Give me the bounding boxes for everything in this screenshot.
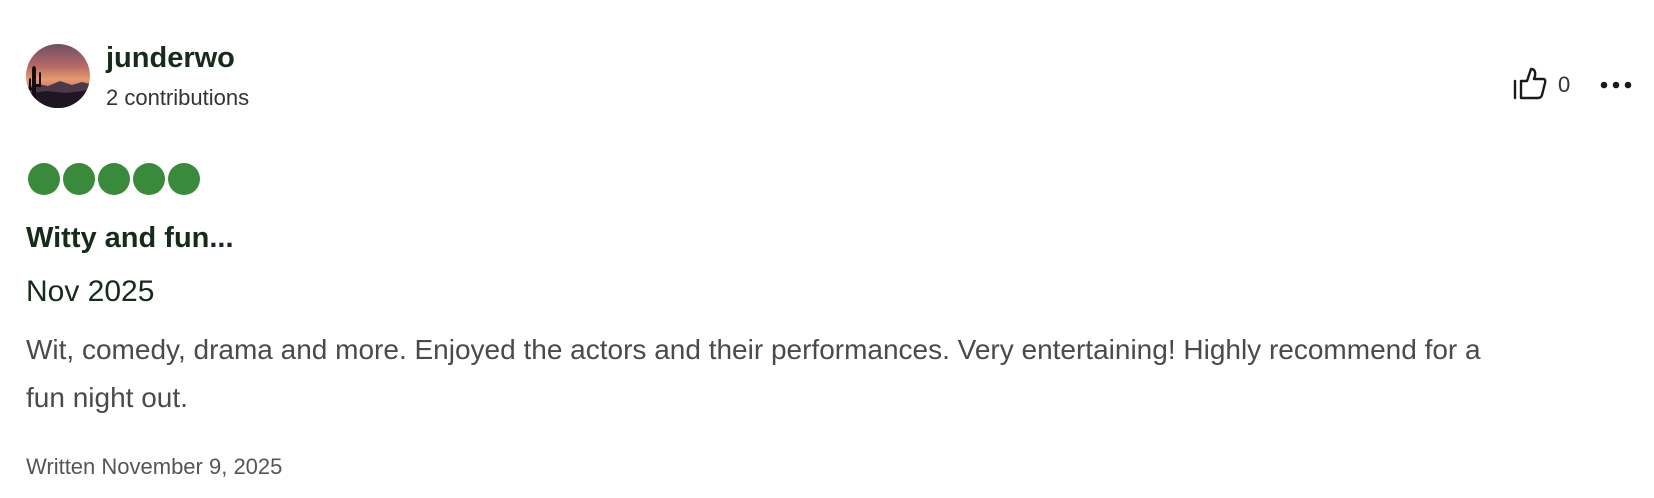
contributions-count: 2 contributions [106,85,250,110]
more-options-icon [1600,76,1632,94]
visit-date: Nov 2025 [26,275,155,308]
username-link[interactable]: junderwo [106,40,235,76]
rating-bubble [28,163,60,195]
more-options-button[interactable] [1596,66,1636,104]
rating-bubbles [28,163,200,195]
avatar[interactable] [26,44,90,108]
written-date: Written November 9, 2025 [26,454,283,479]
review-card: junderwo 2 contributions 0 Witty and fun… [0,0,1654,498]
review-body: Wit, comedy, drama and more. Enjoyed the… [26,334,1481,413]
rating-bubble [98,163,130,195]
rating-bubble [63,163,95,195]
rating-bubble [133,163,165,195]
helpful-vote-button[interactable]: 0 [1512,66,1570,104]
helpful-count: 0 [1558,72,1571,97]
thumbs-up-icon [1512,65,1548,106]
review-title[interactable]: Witty and fun... [26,220,234,256]
rating-bubble [168,163,200,195]
